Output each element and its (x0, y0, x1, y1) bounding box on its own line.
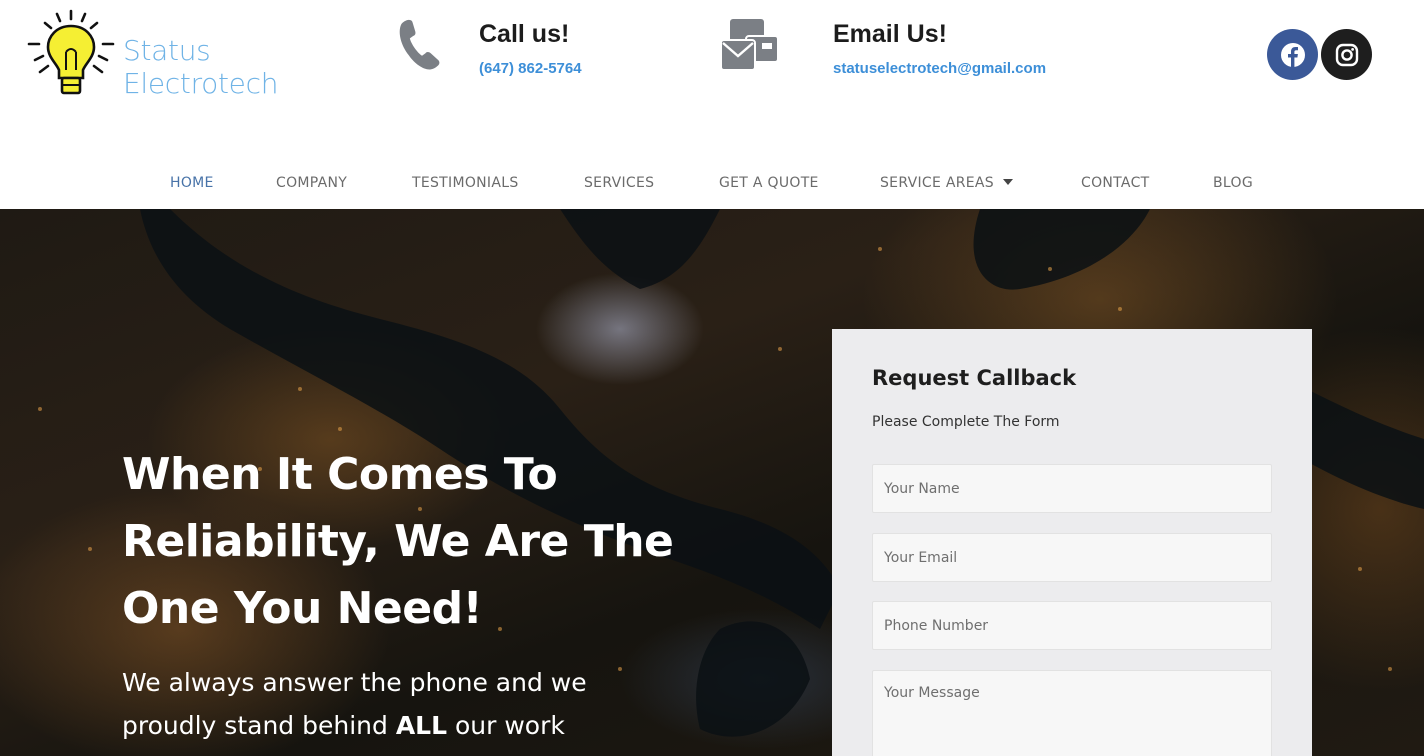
nav-service-areas-label: SERVICE AREAS (880, 175, 994, 191)
envelope-icon (720, 19, 779, 71)
facebook-button[interactable] (1267, 29, 1318, 80)
logo-text-line2: Electrotech (123, 67, 279, 100)
tagline-line1: We always answer the phone and we (122, 668, 587, 697)
email-input[interactable] (872, 533, 1272, 582)
email-us-title: Email Us! (833, 20, 947, 48)
hero-section: When It Comes To Reliability, We Are The… (0, 209, 1424, 756)
logo-text-line1: Status (123, 34, 211, 67)
instagram-button[interactable] (1321, 29, 1372, 80)
headline-line1: When It Comes To (122, 449, 558, 500)
facebook-icon (1280, 42, 1305, 67)
nav-services[interactable]: SERVICES (584, 175, 654, 191)
nav-home[interactable]: HOME (170, 175, 214, 191)
email-us-block: Email Us! statuselectrotech@gmail.com (720, 16, 1100, 86)
nav-get-a-quote[interactable]: GET A QUOTE (719, 175, 819, 191)
nav-blog[interactable]: BLOG (1213, 175, 1253, 191)
headline-line2: Reliability, We Are The (122, 516, 674, 567)
hero-headline: When It Comes To Reliability, We Are The… (122, 441, 762, 642)
site-logo[interactable]: Status Electrotech (26, 8, 306, 100)
caret-down-icon (1003, 179, 1013, 185)
call-us-block: Call us! (647) 862-5764 (391, 16, 631, 86)
call-us-title: Call us! (479, 20, 570, 48)
phone-number-link[interactable]: (647) 862-5764 (479, 60, 582, 77)
lightbulb-icon (27, 9, 115, 95)
nav-contact[interactable]: CONTACT (1081, 175, 1150, 191)
phone-icon (399, 19, 440, 70)
nav-service-areas[interactable]: SERVICE AREAS (880, 175, 1013, 191)
tagline-post: our work (447, 711, 565, 740)
main-nav: HOME COMPANY TESTIMONIALS SERVICES GET A… (0, 160, 1424, 208)
callback-form: Request Callback Please Complete The For… (832, 329, 1312, 756)
site-header: Status Electrotech Call us! (647) 862-57… (0, 0, 1424, 209)
tagline-pre: proudly stand behind (122, 711, 396, 740)
form-title: Request Callback (872, 366, 1077, 390)
email-address-link[interactable]: statuselectrotech@gmail.com (833, 60, 1046, 77)
phone-input[interactable] (872, 601, 1272, 650)
headline-line3: One You Need! (122, 583, 483, 634)
name-input[interactable] (872, 464, 1272, 513)
hero-tagline: We always answer the phone and we proudl… (122, 661, 742, 747)
nav-company[interactable]: COMPANY (276, 175, 347, 191)
nav-testimonials[interactable]: TESTIMONIALS (412, 175, 519, 191)
tagline-bold: ALL (395, 711, 448, 740)
form-subtitle: Please Complete The Form (872, 414, 1060, 430)
logo-text: Status Electrotech (123, 34, 278, 100)
instagram-icon (1335, 43, 1358, 66)
message-textarea[interactable] (872, 670, 1272, 756)
tagline-line2: proudly stand behind ALL our work (122, 704, 742, 747)
